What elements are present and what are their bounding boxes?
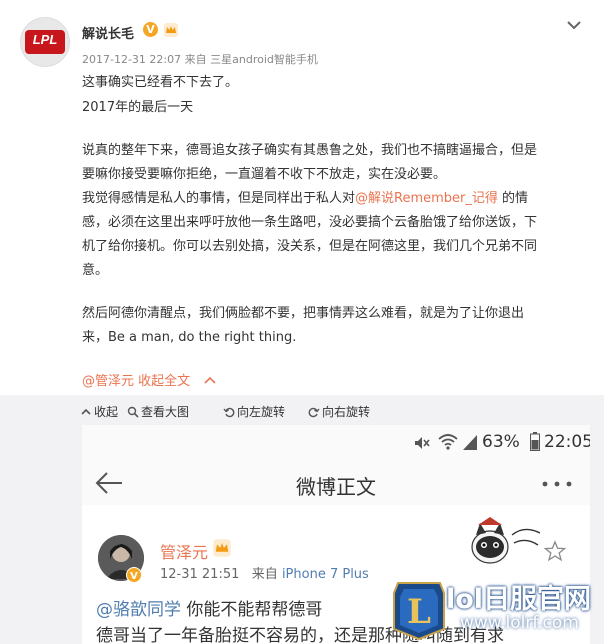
post-line: 要嘛你接受要嘛你拒绝，一直遛着不收下不放走，实在没必要。 xyxy=(82,167,447,182)
more-dots-icon[interactable] xyxy=(542,481,572,487)
crown-icon[interactable] xyxy=(163,22,179,38)
collapse-arrow-icon xyxy=(81,408,91,415)
image-toolbar: 收起 查看大图 向左旋转 向右旋转 xyxy=(0,395,604,425)
rotate-right-label: 向右旋转 xyxy=(322,405,371,419)
rotate-right-button[interactable]: 向右旋转 xyxy=(308,403,370,420)
lol-logo-icon: L xyxy=(393,582,445,641)
rotate-left-icon xyxy=(223,407,235,418)
lpl-logo-text: LPL xyxy=(32,32,58,47)
post-line: 意。 xyxy=(82,263,109,278)
post-line: 我觉得感情是私人的事情，但是同样出于私人对 xyxy=(82,191,356,206)
verified-badge-small-icon: V xyxy=(126,567,142,583)
chevron-up-icon[interactable] xyxy=(204,375,216,385)
collapse-button[interactable]: 收起 xyxy=(80,403,118,420)
crown-icon xyxy=(213,539,231,557)
phone-status-bar: 63% 22:05 xyxy=(82,425,590,459)
post-line: 的情 xyxy=(497,191,529,206)
site-watermark: L lol日服官网 www.lolrf.com xyxy=(386,575,604,644)
wifi-icon xyxy=(438,434,458,450)
repost-source-prefix: 来自 xyxy=(251,567,278,582)
watermark-title: lol日服官网 xyxy=(446,584,592,615)
cat-sticker-icon xyxy=(471,517,541,564)
rotate-right-icon xyxy=(308,407,320,418)
post-source: 三星android智能手机 xyxy=(210,53,318,66)
watermark-url: www.lolrf.com xyxy=(460,613,579,633)
status-time: 22:05 xyxy=(544,432,590,452)
post-line: 说真的整年下来，德哥追女孩子确实有其愚鲁之处，我们也不搞瞎逼撮合，但是 xyxy=(82,143,538,158)
verified-badge-icon[interactable]: V xyxy=(143,22,158,37)
phone-nav-bar: 微博正文 xyxy=(82,461,590,506)
signal-icon xyxy=(463,435,477,450)
source-prefix: 来自 xyxy=(184,53,207,66)
rotate-left-label: 向左旋转 xyxy=(237,405,286,419)
post-line: 来，Be a man, do the right thing. xyxy=(82,330,297,345)
rotate-left-button[interactable]: 向左旋转 xyxy=(223,403,285,420)
collapse-label: 收起 xyxy=(94,405,119,419)
repost-text: 你能不能帮帮德哥 xyxy=(181,600,323,620)
magnify-icon xyxy=(127,406,139,418)
repost-mention-link[interactable]: @骆歆同学 xyxy=(96,600,181,620)
repost-text-line: @骆歆同学 你能不能帮帮德哥 xyxy=(96,595,322,620)
repost-author-name[interactable]: 管泽元 xyxy=(160,539,208,563)
mention-link-remember[interactable]: @解说Remember_记得 xyxy=(355,191,498,206)
mute-icon xyxy=(415,437,430,449)
post-line: 感，必须在这里出来呼吁放他一条生路吧，没必要搞个云备胎饿了给你送饭，下 xyxy=(82,215,538,230)
battery-icon xyxy=(530,432,540,451)
view-large-button[interactable]: 查看大图 xyxy=(127,403,189,420)
battery-percent: 63% xyxy=(482,432,520,452)
post-line: 2017年的最后一天 xyxy=(82,100,194,115)
post-line: 然后阿德你清醒点，我们俩脸都不要，把事情弄这么难看，就是为了让你退出 xyxy=(82,306,525,321)
svg-text:V: V xyxy=(130,571,138,582)
nav-title: 微博正文 xyxy=(296,475,376,499)
author-avatar[interactable]: LPL xyxy=(20,17,70,67)
post-meta: 2017-12-31 22:07 来自 三星android智能手机 xyxy=(82,51,318,67)
favorite-star-icon[interactable] xyxy=(544,540,566,562)
post-footer: @管泽元 收起全文 xyxy=(82,370,216,389)
repost-meta: 12-31 21:51 来自 iPhone 7 Plus xyxy=(160,563,369,582)
post-line: 这事确实已经看不下去了。 xyxy=(82,75,239,90)
chevron-down-icon[interactable] xyxy=(566,18,582,32)
post-line: 机了给你接机。你可以去别处搞，没关系，但是在阿德这里，我们几个兄弟不同 xyxy=(82,239,538,254)
view-large-label: 查看大图 xyxy=(141,405,190,419)
post-timestamp[interactable]: 2017-12-31 22:07 xyxy=(82,53,181,66)
weibo-post: LPL 解说长毛 V 2017-12-31 22:07 来自 三星android… xyxy=(0,0,604,395)
author-name[interactable]: 解说长毛 xyxy=(82,23,134,42)
svg-text:L: L xyxy=(407,592,431,632)
repost-time: 12-31 21:51 xyxy=(160,567,240,582)
collapse-full-text-link[interactable]: 收起全文 xyxy=(138,374,190,389)
repost-source: iPhone 7 Plus xyxy=(281,567,369,582)
footer-mention-link[interactable]: @管泽元 xyxy=(82,374,134,389)
post-line-with-mention: 我觉得感情是私人的事情，但是同样出于私人对@解说Remember_记得 的情 xyxy=(82,187,528,206)
